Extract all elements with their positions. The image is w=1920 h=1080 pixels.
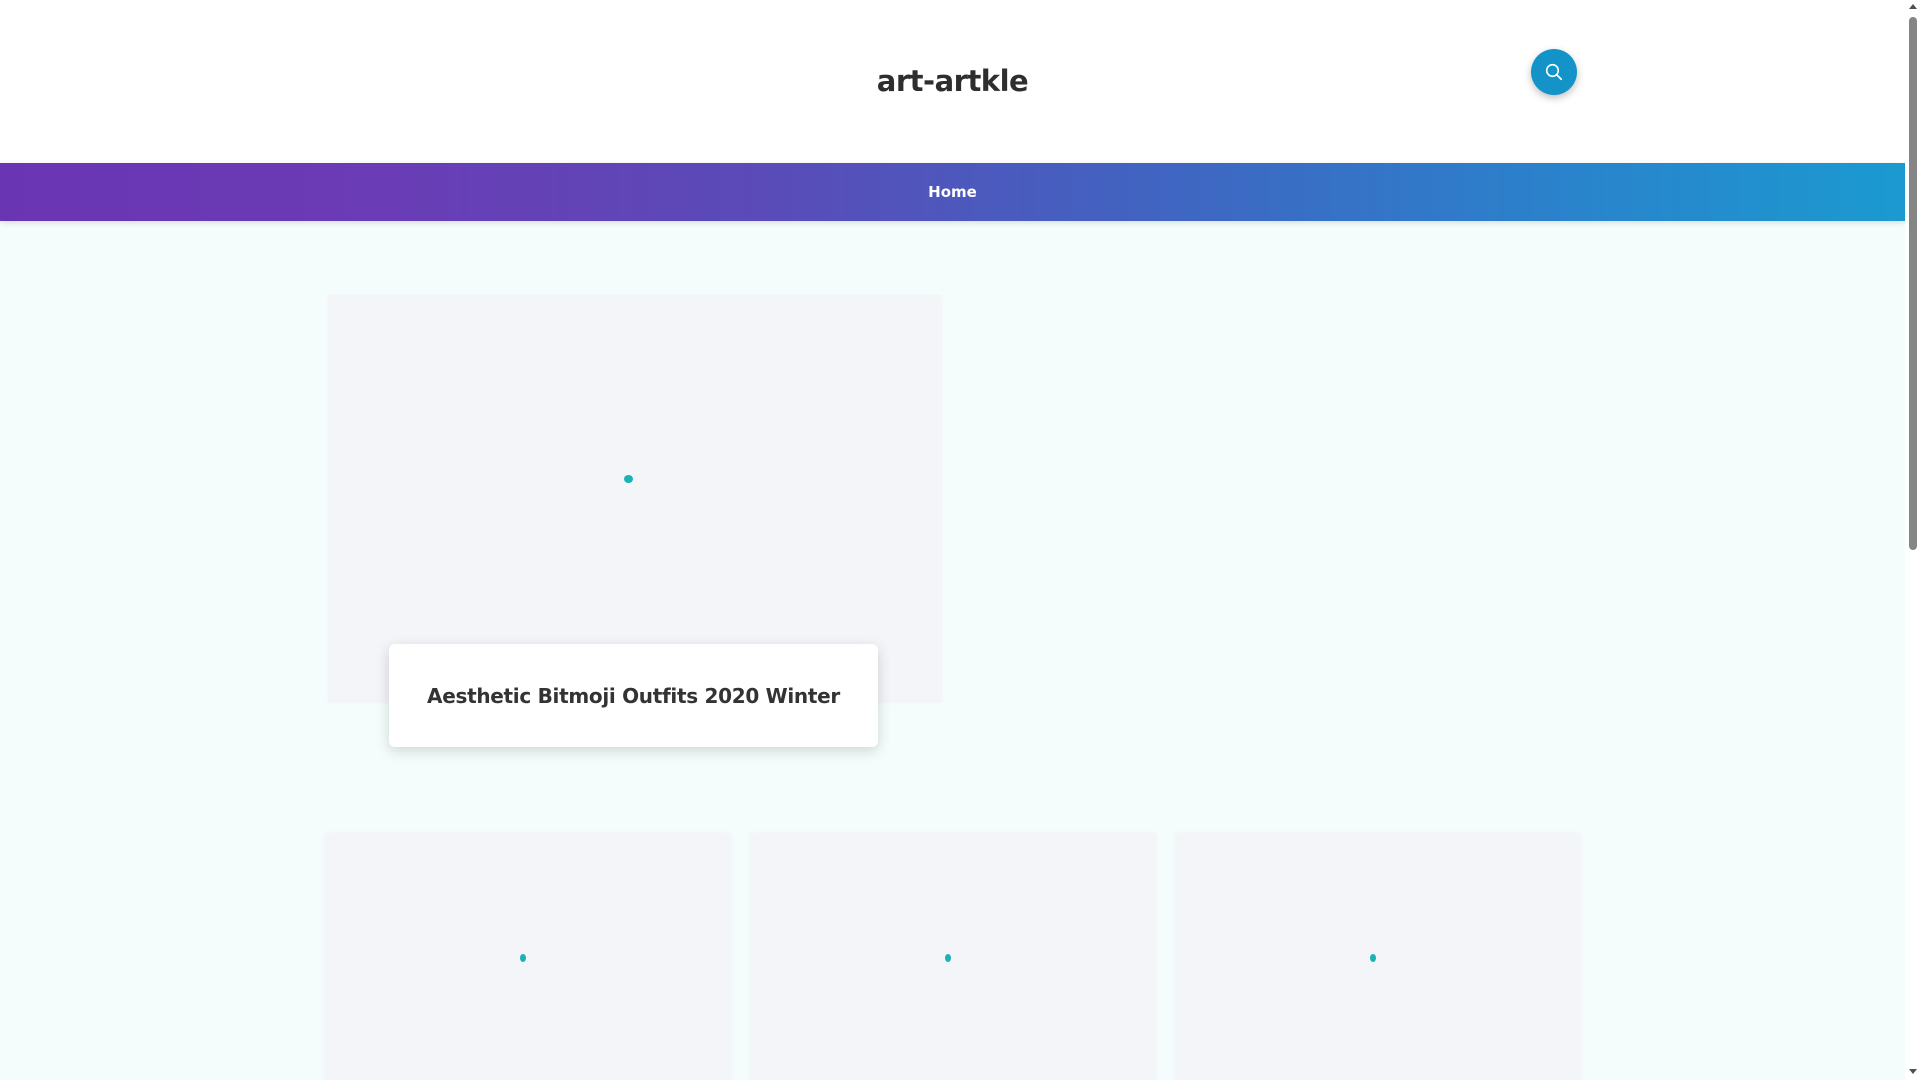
loading-spinner-icon	[1370, 954, 1376, 962]
search-icon	[1545, 63, 1563, 81]
post-card[interactable]	[1175, 833, 1581, 1080]
loading-spinner-icon	[624, 475, 633, 483]
scroll-down-arrow-icon[interactable]	[1909, 1069, 1917, 1074]
loading-spinner-icon	[520, 954, 526, 962]
loading-spinner-icon	[945, 954, 951, 962]
nav-item-home[interactable]: Home	[0, 163, 1905, 221]
scrollbar-thumb[interactable]	[1909, 17, 1917, 550]
search-button[interactable]	[1531, 49, 1577, 95]
page: art-artkle Home Aesthetic Bitmoji Outfit…	[0, 0, 1905, 1080]
nav-item-label[interactable]: Home	[928, 183, 977, 201]
vertical-scrollbar[interactable]	[1905, 0, 1920, 1080]
post-card[interactable]	[750, 833, 1156, 1080]
scroll-up-arrow-icon[interactable]	[1909, 4, 1917, 9]
site-title[interactable]: art-artkle	[0, 64, 1905, 98]
featured-post-card[interactable]: Aesthetic Bitmoji Outfits 2020 Winter	[389, 644, 878, 747]
site-header: art-artkle	[0, 0, 1905, 163]
featured-post-title[interactable]: Aesthetic Bitmoji Outfits 2020 Winter	[427, 684, 840, 708]
main-nav: Home	[0, 163, 1905, 221]
post-card[interactable]	[325, 833, 731, 1080]
featured-post-image[interactable]	[328, 295, 942, 703]
